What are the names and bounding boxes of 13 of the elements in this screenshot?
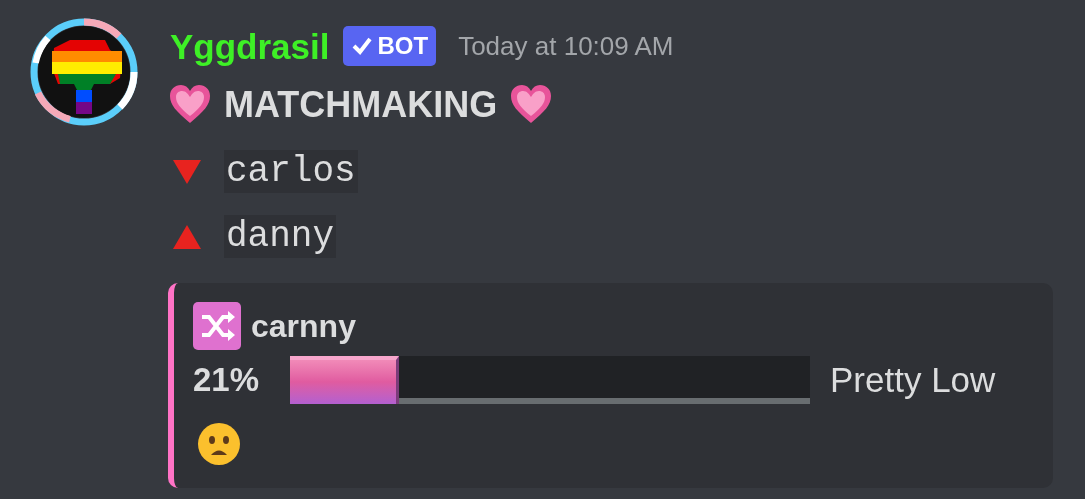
embed-title: carnny [251, 307, 356, 346]
heading-text: MATCHMAKING [224, 83, 498, 127]
percent-text: 21% [193, 360, 261, 401]
name-code: carlos [224, 150, 358, 193]
shuffle-icon [193, 302, 241, 350]
message-timestamp: Today at 10:09 AM [458, 29, 674, 63]
tree-avatar-icon [30, 18, 138, 126]
author-name[interactable]: Yggdrasil [170, 28, 330, 64]
frowning-face-icon [197, 422, 241, 466]
check-icon [351, 35, 374, 57]
verdict-text: Pretty Low [830, 358, 996, 401]
bot-badge: BOT [343, 26, 437, 66]
name-code: danny [224, 215, 337, 258]
